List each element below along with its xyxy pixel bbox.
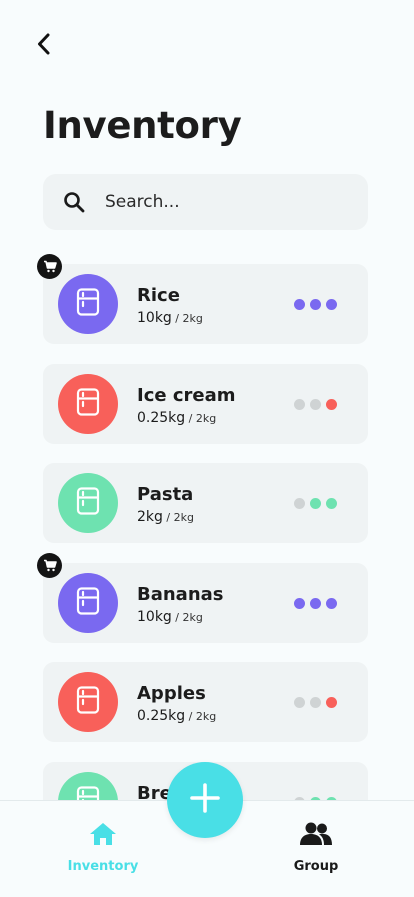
- search-bar[interactable]: [43, 174, 368, 230]
- fridge-icon: [76, 586, 100, 619]
- item-name: Apples: [137, 683, 206, 704]
- item-name: Rice: [137, 285, 180, 306]
- nav-item-group[interactable]: Group: [256, 821, 376, 874]
- home-icon: [88, 821, 118, 851]
- back-button[interactable]: [30, 32, 58, 60]
- item-amount: 2kg: [137, 509, 163, 525]
- fridge-icon: [76, 387, 100, 420]
- item-amount: 0.25kg: [137, 409, 186, 426]
- nav-item-inventory[interactable]: Inventory: [43, 821, 163, 874]
- cart-icon: [37, 552, 62, 578]
- nav-label-inventory: Inventory: [67, 859, 139, 874]
- stock-level-dot: [310, 597, 321, 609]
- stock-level-dot: [294, 299, 305, 310]
- item-capacity: / 2kg: [185, 710, 217, 723]
- item-amount: 10kg: [137, 310, 172, 326]
- stock-level-dot: [326, 398, 337, 410]
- item-quantity: 10kg / 2kg: [137, 310, 203, 326]
- item-avatar: [58, 672, 118, 732]
- stock-level-dot: [326, 299, 337, 310]
- stock-level-dot: [310, 299, 321, 310]
- page-title: Inventory: [43, 104, 242, 147]
- stock-level-dot: [294, 597, 305, 609]
- search-icon: [61, 189, 87, 215]
- nav-label-group: Group: [293, 859, 339, 874]
- inventory-item-card[interactable]: Rice 10kg / 2kg: [37, 254, 368, 344]
- item-amount: 0.25kg: [137, 708, 186, 724]
- item-avatar: [58, 473, 118, 533]
- stock-level-dot: [294, 697, 305, 708]
- item-quantity: 0.25kg / 2kg: [137, 410, 216, 426]
- stock-level-dot: [310, 398, 321, 410]
- item-capacity: / 2kg: [171, 312, 203, 325]
- item-capacity: / 2kg: [162, 511, 194, 524]
- plus-icon: [189, 782, 221, 818]
- item-name: Bananas: [137, 583, 224, 605]
- fridge-icon: [76, 487, 100, 519]
- stock-level-indicator: [294, 299, 337, 310]
- item-avatar: [58, 373, 118, 434]
- fridge-icon: [76, 288, 100, 320]
- stock-level-dot: [310, 498, 321, 509]
- stock-level-dot: [310, 697, 321, 708]
- fridge-icon: [76, 686, 100, 718]
- item-amount: 10kg: [137, 608, 172, 625]
- stock-level-indicator: [294, 597, 337, 609]
- item-quantity: 0.25kg / 2kg: [137, 708, 216, 724]
- stock-level-dot: [326, 498, 337, 509]
- stock-level-dot: [294, 498, 305, 509]
- add-item-button[interactable]: [167, 762, 243, 838]
- cart-icon: [37, 254, 62, 279]
- stock-level-indicator: [294, 398, 337, 410]
- item-quantity: 10kg / 2kg: [137, 609, 203, 625]
- item-avatar: [58, 274, 118, 334]
- inventory-item-card[interactable]: Pasta 2kg / 2kg: [43, 463, 368, 543]
- inventory-item-card[interactable]: Apples 0.25kg / 2kg: [43, 662, 368, 742]
- chevron-left-icon: [36, 32, 52, 60]
- item-quantity: 2kg / 2kg: [137, 509, 194, 525]
- stock-level-dot: [294, 398, 305, 410]
- search-input[interactable]: [103, 191, 327, 213]
- item-avatar: [58, 572, 118, 633]
- people-icon: [299, 821, 333, 851]
- stock-level-indicator: [294, 498, 337, 509]
- stock-level-dot: [326, 597, 337, 609]
- stock-level-dot: [326, 697, 337, 708]
- item-capacity: / 2kg: [171, 610, 203, 624]
- item-capacity: / 2kg: [185, 411, 217, 425]
- inventory-item-card[interactable]: Ice cream 0.25kg / 2kg: [43, 363, 368, 444]
- item-name: Pasta: [137, 484, 194, 505]
- stock-level-indicator: [294, 697, 337, 708]
- item-name: Ice cream: [137, 384, 236, 406]
- inventory-item-card[interactable]: Bananas 10kg / 2kg: [37, 552, 368, 643]
